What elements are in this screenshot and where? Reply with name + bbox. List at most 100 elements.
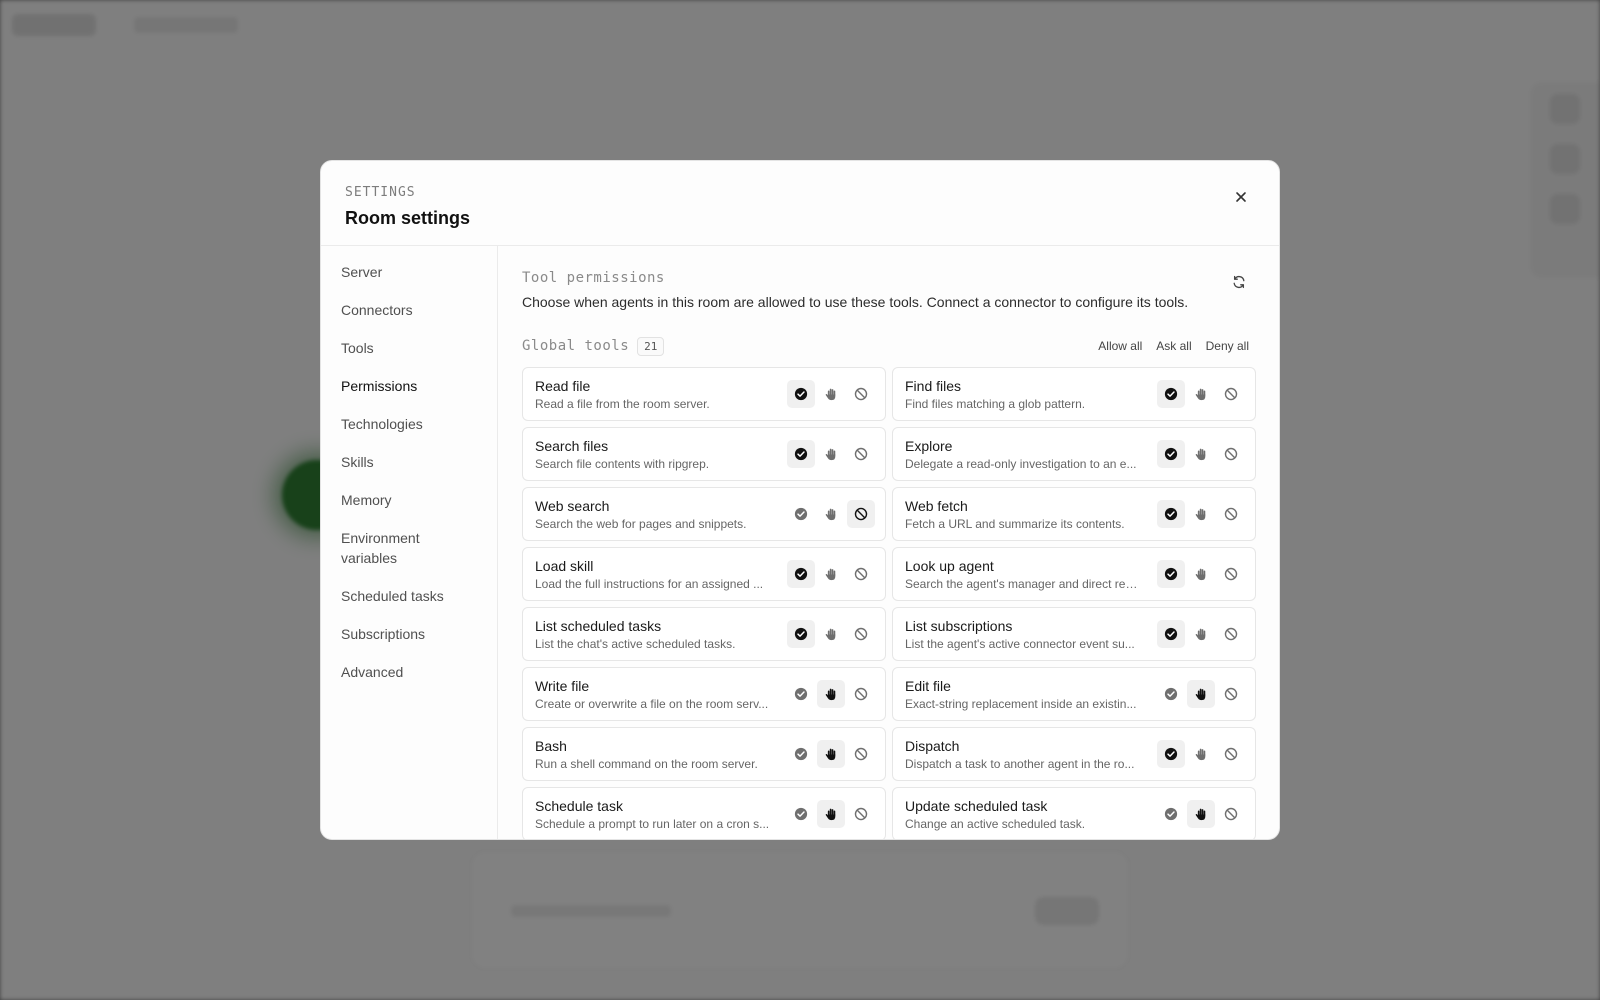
deny-button[interactable] xyxy=(1217,620,1245,648)
tool-card: Find files Find files matching a glob pat… xyxy=(892,367,1256,421)
tool-card: Search files Search file contents with ri… xyxy=(522,427,886,481)
allow-button[interactable] xyxy=(1157,740,1185,768)
deny-button[interactable] xyxy=(847,680,875,708)
allow-button[interactable] xyxy=(1157,500,1185,528)
tool-description: Run a shell command on the room server. xyxy=(535,757,758,771)
deny-button[interactable] xyxy=(1217,740,1245,768)
sidebar-item[interactable]: Skills xyxy=(321,452,497,472)
tool-card: Dispatch Dispatch a task to another agent… xyxy=(892,727,1256,781)
allow-button[interactable] xyxy=(1157,380,1185,408)
check-icon xyxy=(1164,507,1178,521)
sidebar-item[interactable]: Server xyxy=(321,262,497,282)
tool-card: Schedule task Schedule a prompt to run la… xyxy=(522,787,886,839)
allow-button[interactable] xyxy=(787,740,815,768)
tool-card: Load skill Load the full instructions for… xyxy=(522,547,886,601)
ask-button[interactable] xyxy=(1187,740,1215,768)
ban-icon xyxy=(1224,447,1238,461)
sidebar-item[interactable]: Scheduled tasks xyxy=(321,586,497,606)
tool-count-badge: 21 xyxy=(637,336,665,356)
tool-description: Load the full instructions for an assign… xyxy=(535,577,764,591)
permission-toggle-group xyxy=(1157,560,1245,588)
sidebar-item[interactable]: Tools xyxy=(321,338,497,358)
ask-button[interactable] xyxy=(1187,560,1215,588)
deny-button[interactable] xyxy=(847,440,875,468)
tool-description: Fetch a URL and summarize its contents. xyxy=(905,517,1125,531)
check-icon xyxy=(1164,687,1178,701)
deny-button[interactable] xyxy=(847,500,875,528)
deny-button[interactable] xyxy=(847,800,875,828)
close-button[interactable] xyxy=(1229,185,1253,209)
check-icon xyxy=(794,507,808,521)
allow-button[interactable] xyxy=(787,680,815,708)
sidebar-item[interactable]: Memory xyxy=(321,490,497,510)
tool-description: Search the agent's manager and direct re… xyxy=(905,577,1141,591)
allow-button[interactable] xyxy=(1157,800,1185,828)
ask-button[interactable] xyxy=(1187,620,1215,648)
ask-button[interactable] xyxy=(1187,440,1215,468)
permission-toggle-group xyxy=(1157,380,1245,408)
refresh-button[interactable] xyxy=(1229,272,1249,292)
allow-button[interactable] xyxy=(1157,560,1185,588)
permission-toggle-group xyxy=(1157,680,1245,708)
ask-all-button[interactable]: Ask all xyxy=(1156,339,1191,353)
ask-button[interactable] xyxy=(817,680,845,708)
sidebar-item[interactable]: Subscriptions xyxy=(321,624,497,644)
hand-icon xyxy=(824,447,838,461)
sidebar-item[interactable]: Environment variables xyxy=(321,528,497,568)
deny-button[interactable] xyxy=(847,740,875,768)
ban-icon xyxy=(1224,507,1238,521)
check-icon xyxy=(1164,447,1178,461)
allow-button[interactable] xyxy=(1157,680,1185,708)
deny-button[interactable] xyxy=(847,380,875,408)
tool-card: Edit file Exact-string replacement inside… xyxy=(892,667,1256,721)
hand-icon xyxy=(824,567,838,581)
ask-button[interactable] xyxy=(1187,500,1215,528)
allow-button[interactable] xyxy=(787,440,815,468)
ask-button[interactable] xyxy=(817,380,845,408)
section-description: Choose when agents in this room are allo… xyxy=(522,294,1189,310)
check-icon xyxy=(794,447,808,461)
ask-button[interactable] xyxy=(817,620,845,648)
allow-button[interactable] xyxy=(1157,620,1185,648)
tool-description: List the agent's active connector event … xyxy=(905,637,1135,651)
ask-button[interactable] xyxy=(1187,380,1215,408)
deny-button[interactable] xyxy=(1217,500,1245,528)
deny-button[interactable] xyxy=(1217,800,1245,828)
tool-description: Find files matching a glob pattern. xyxy=(905,397,1086,411)
deny-button[interactable] xyxy=(847,620,875,648)
ask-button[interactable] xyxy=(817,500,845,528)
allow-button[interactable] xyxy=(787,800,815,828)
ask-button[interactable] xyxy=(817,740,845,768)
ask-button[interactable] xyxy=(817,560,845,588)
hand-icon xyxy=(824,807,838,821)
ban-icon xyxy=(854,807,868,821)
hand-icon xyxy=(1194,747,1208,761)
ask-button[interactable] xyxy=(817,800,845,828)
ask-button[interactable] xyxy=(1187,800,1215,828)
tool-description: Search file contents with ripgrep. xyxy=(535,457,710,471)
check-icon xyxy=(1164,387,1178,401)
permission-toggle-group xyxy=(1157,440,1245,468)
allow-button[interactable] xyxy=(787,500,815,528)
sidebar-item[interactable]: Technologies xyxy=(321,414,497,434)
sidebar-item[interactable]: Connectors xyxy=(321,300,497,320)
ask-button[interactable] xyxy=(1187,680,1215,708)
allow-button[interactable] xyxy=(787,620,815,648)
tool-card: List subscriptions List the agent's activ… xyxy=(892,607,1256,661)
sidebar-item[interactable]: Advanced xyxy=(321,662,497,682)
deny-all-button[interactable]: Deny all xyxy=(1206,339,1249,353)
deny-button[interactable] xyxy=(847,560,875,588)
allow-button[interactable] xyxy=(1157,440,1185,468)
deny-button[interactable] xyxy=(1217,560,1245,588)
allow-button[interactable] xyxy=(787,380,815,408)
allow-button[interactable] xyxy=(787,560,815,588)
hand-icon xyxy=(1194,807,1208,821)
ask-button[interactable] xyxy=(817,440,845,468)
allow-all-button[interactable]: Allow all xyxy=(1098,339,1142,353)
permission-toggle-group xyxy=(787,740,875,768)
deny-button[interactable] xyxy=(1217,440,1245,468)
ban-icon xyxy=(854,627,868,641)
sidebar-item[interactable]: Permissions xyxy=(321,376,497,396)
deny-button[interactable] xyxy=(1217,380,1245,408)
deny-button[interactable] xyxy=(1217,680,1245,708)
